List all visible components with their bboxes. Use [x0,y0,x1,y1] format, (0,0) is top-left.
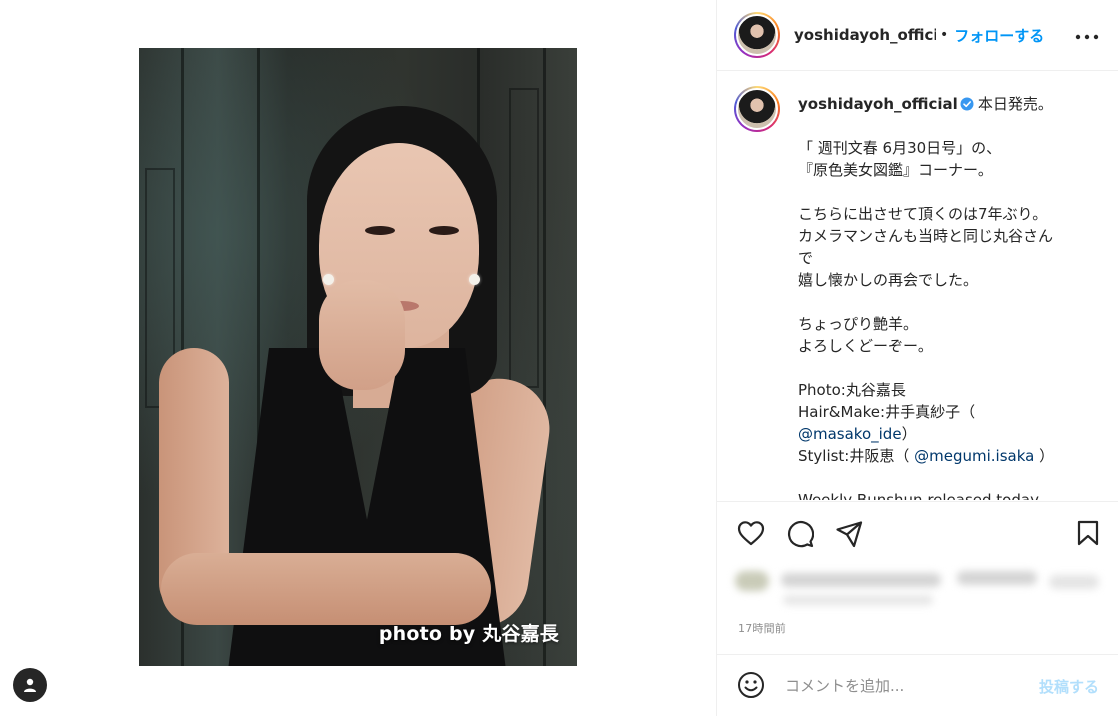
post-header: yoshidayoh_officia • フォローする [717,0,1118,71]
caption-line: 「 週刊文春 6月30日号」の、 [798,139,1002,157]
more-options-button[interactable] [1075,24,1099,44]
mention-link[interactable]: @masako_ide [798,425,902,443]
comment-input[interactable] [785,674,1025,698]
photo-earring [323,274,334,285]
photo-hand [319,280,405,390]
follow-button[interactable]: フォローする [954,25,1044,46]
caption-line: @masako_ide） [798,423,1098,445]
comment-icon [787,521,815,548]
caption-line [798,115,1098,137]
liked-by-blurred [735,565,1105,613]
avatar-image [736,88,778,130]
photo-eye [429,226,459,235]
caption-line: ちょっぴり艶羊。 [798,315,919,333]
photo-earring [469,274,480,285]
background-door-line [543,48,546,666]
emoji-button[interactable] [737,671,765,703]
caption-username-link[interactable]: yoshidayoh_official [798,95,958,113]
blurred-text [781,573,941,587]
paper-plane-icon [836,521,863,548]
smiley-icon [738,672,764,698]
heart-icon [737,521,765,546]
caption-line: Photo:丸谷嘉長 [798,381,906,399]
caption-line: カメラマンさんも当時と同じ丸谷さん [798,227,1054,245]
header-username-link[interactable]: yoshidayoh_officia [794,26,936,44]
bookmark-icon [1077,520,1099,546]
post-photo[interactable]: photo by 丸谷嘉長 [139,48,577,666]
caption-text: Stylist:井阪恵（ [798,447,915,465]
like-button[interactable] [737,520,765,550]
caption-line [798,467,1098,489]
photo-eye [365,226,395,235]
caption-line: こちらに出させて頂くのは7年ぶり。 [798,205,1048,223]
user-tag-button[interactable] [13,668,47,702]
post-comment-button[interactable]: 投稿する [1039,676,1099,697]
caption-first-line: yoshidayoh_official 本日発売。 [798,93,1098,115]
caption-line [798,357,1098,379]
blurred-text [783,595,933,605]
more-options-icon [1075,34,1099,40]
photo-credit-text: photo by 丸谷嘉長 [378,623,559,645]
share-button[interactable] [835,520,863,552]
blurred-avatar [735,571,769,591]
add-comment-bar: 投稿する [717,654,1118,716]
post-side-panel: yoshidayoh_officia • フォローする yoshidayoh_o… [716,0,1118,716]
caption-line: で [798,249,814,267]
mention-link[interactable]: @megumi.isaka [914,447,1034,465]
blurred-text [1049,575,1099,589]
caption-text: 本日発売。 [977,95,1053,113]
caption: yoshidayoh_official 本日発売。 「 週刊文春 6月30日号」の… [798,93,1098,500]
caption-line: 嬉し懐かしの再会でした。 [798,271,979,289]
background-door-panel [509,88,539,388]
caption-text: ） [901,425,917,443]
caption-line: Hair&Make:井手真紗子（ [798,403,976,421]
blurred-text [957,571,1037,585]
verified-badge-icon [960,97,974,111]
caption-line [798,291,1098,313]
caption-line: 『原色美女図鑑』コーナー。 [798,161,993,179]
action-bar [717,501,1118,559]
caption-text: ） [1034,447,1055,465]
comments-section[interactable]: yoshidayoh_official 本日発売。 「 週刊文春 6月30日号」の… [717,72,1118,500]
caption-avatar[interactable] [734,86,780,132]
caption-line: よろしくどーぞー。 [798,337,933,355]
comment-button[interactable] [786,520,815,552]
user-tag-icon [24,678,36,692]
header-separator: • [940,27,949,43]
avatar-image [736,14,778,56]
save-button[interactable] [1077,520,1099,550]
photo-forearm [161,553,491,625]
caption-line: Stylist:井阪恵（ @megumi.isaka ） [798,445,1098,467]
caption-line [798,181,1098,203]
post-timestamp[interactable]: 17時間前 [738,620,786,636]
caption-line: Weekly Bunshun released today. [798,491,1042,500]
media-viewer: photo by 丸谷嘉長 [0,0,716,716]
avatar[interactable] [734,12,780,58]
